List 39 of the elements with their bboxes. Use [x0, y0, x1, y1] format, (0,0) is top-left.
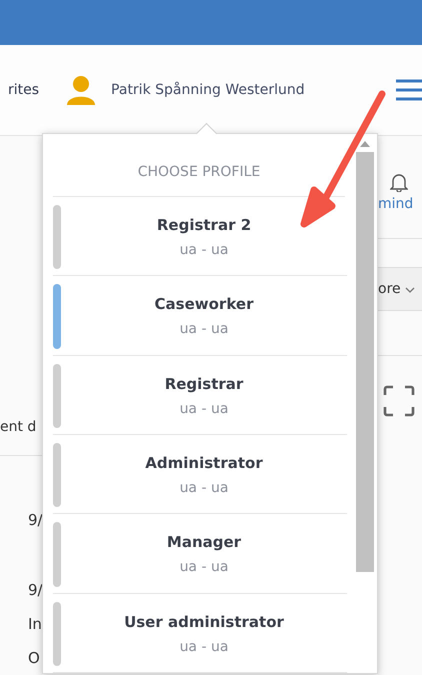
profile-name: Caseworker: [154, 295, 254, 314]
profile-name: User administrator: [124, 612, 284, 631]
profile-item[interactable]: Manager ua - ua: [53, 514, 347, 594]
profile-detail: ua - ua: [180, 480, 228, 496]
profile-name: Registrar: [164, 374, 244, 393]
bell-icon[interactable]: [390, 172, 408, 192]
profile-item[interactable]: User administrator ua - ua: [53, 594, 347, 673]
profile-name: Manager: [166, 533, 242, 552]
profile-detail: ua - ua: [180, 559, 228, 576]
selection-bar: [53, 284, 61, 349]
chevron-down-icon: [404, 287, 415, 293]
user-name[interactable]: Patrik Spånning Westerlund: [111, 82, 305, 98]
table-cell: 9/: [28, 511, 42, 529]
selection-bar: [53, 602, 61, 666]
profile-item[interactable]: Caseworker ua - ua: [53, 276, 347, 356]
profile-detail: ua - ua: [180, 321, 228, 338]
table-cell-text: O: [28, 649, 41, 667]
fullscreen-icon[interactable]: [382, 384, 416, 418]
profile-detail: ua - ua: [180, 638, 228, 655]
reminders-label[interactable]: mind: [378, 196, 422, 212]
selection-bar: [53, 522, 61, 587]
profile-item[interactable]: Registrar ua - ua: [53, 356, 347, 435]
nav-link[interactable]: rites: [8, 82, 40, 98]
user-icon: [65, 74, 98, 106]
profile-item[interactable]: Administrator ua - ua: [53, 434, 347, 514]
profile-detail: ua - ua: [180, 242, 228, 258]
profile-detail: ua - ua: [180, 400, 228, 417]
more-button[interactable]: ore: [378, 267, 422, 311]
profile-name: Registrar 2: [156, 216, 252, 234]
profile-name: Administrator: [145, 454, 263, 472]
scroll-thumb[interactable]: [356, 152, 374, 572]
selection-bar: [53, 364, 61, 428]
table-cell: In: [28, 615, 42, 633]
column-header: ent d: [0, 419, 38, 435]
selection-bar: [53, 442, 61, 508]
scroll-up-icon[interactable]: [359, 140, 371, 148]
table-cell: 9/: [28, 581, 42, 599]
menu-icon[interactable]: [394, 78, 422, 102]
selection-bar: [53, 205, 61, 270]
